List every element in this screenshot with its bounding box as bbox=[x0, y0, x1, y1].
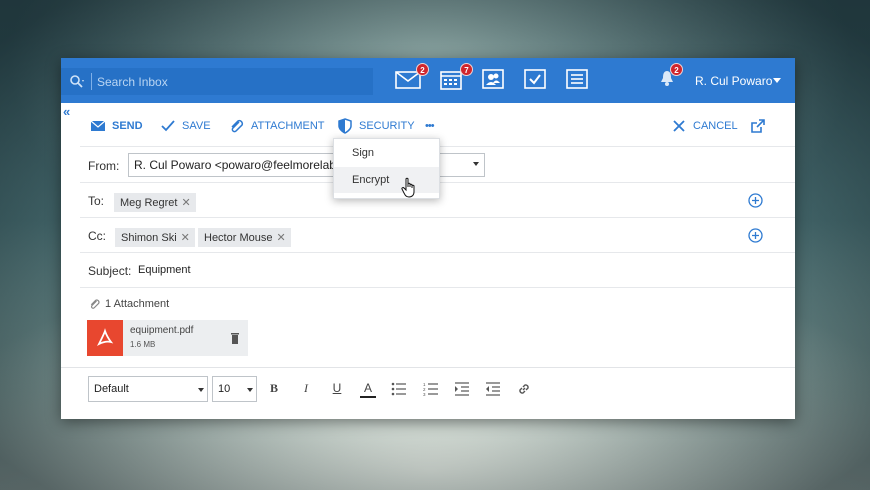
envelope-icon bbox=[90, 120, 106, 131]
add-cc-recipient-icon[interactable] bbox=[748, 228, 763, 243]
contacts-icon bbox=[482, 69, 504, 89]
attachment-filename: equipment.pdf bbox=[130, 325, 194, 336]
link-icon[interactable] bbox=[516, 381, 532, 397]
security-dropdown-menu: Sign Encrypt bbox=[333, 138, 440, 199]
app-header: 2 7 bbox=[61, 58, 795, 103]
external-link-icon bbox=[751, 119, 765, 133]
outdent-icon[interactable] bbox=[485, 381, 501, 397]
from-label: From: bbox=[88, 159, 120, 173]
attachment-label: ATTACHMENT bbox=[251, 120, 325, 132]
format-bar-divider bbox=[61, 367, 795, 368]
remove-recipient-icon[interactable]: ✕ bbox=[276, 232, 285, 244]
subject-label: Subject: bbox=[88, 264, 132, 278]
search-divider bbox=[91, 73, 92, 90]
menu-item-sign-label: Sign bbox=[352, 147, 375, 159]
numbered-list-icon[interactable]: 1 2 3 bbox=[423, 381, 439, 397]
send-label: SEND bbox=[112, 120, 143, 132]
recipient-chip[interactable]: Shimon Ski ✕ bbox=[115, 228, 195, 247]
paperclip-icon bbox=[231, 119, 244, 133]
underline-button[interactable]: U bbox=[329, 381, 345, 397]
security-label: SECURITY bbox=[359, 120, 415, 132]
chevron-down-icon bbox=[198, 388, 204, 392]
recipient-name: Meg Regret bbox=[120, 197, 178, 209]
pdf-file-icon bbox=[87, 320, 123, 356]
calendar-badge: 7 bbox=[460, 63, 473, 76]
search-icon[interactable] bbox=[69, 74, 85, 90]
search-input[interactable] bbox=[97, 71, 367, 92]
hand-pointer-icon bbox=[401, 177, 415, 198]
check-icon bbox=[161, 120, 175, 132]
shield-icon bbox=[338, 118, 352, 134]
save-label: SAVE bbox=[182, 120, 211, 132]
recipient-name: Shimon Ski bbox=[121, 232, 177, 244]
attachment-filesize: 1.6 MB bbox=[130, 340, 156, 349]
menu-item-sign[interactable]: Sign bbox=[334, 140, 439, 166]
trash-icon[interactable] bbox=[230, 332, 240, 344]
close-icon bbox=[673, 120, 685, 132]
attachments-count: 1 Attachment bbox=[105, 298, 170, 310]
tasks-button[interactable] bbox=[523, 68, 549, 90]
notes-icon bbox=[566, 69, 588, 89]
indent-icon[interactable] bbox=[454, 381, 470, 397]
add-to-recipient-icon[interactable] bbox=[748, 193, 763, 208]
remove-recipient-icon[interactable]: ✕ bbox=[181, 197, 190, 209]
remove-recipient-icon[interactable]: ✕ bbox=[181, 232, 190, 244]
notifications-badge: 2 bbox=[670, 63, 683, 76]
paperclip-icon bbox=[90, 299, 100, 309]
more-options-button[interactable]: ••• bbox=[425, 116, 435, 136]
menu-item-encrypt[interactable]: Encrypt bbox=[334, 167, 439, 193]
mail-badge: 2 bbox=[416, 63, 429, 76]
recipient-chip[interactable]: Meg Regret ✕ bbox=[114, 193, 196, 212]
bold-button[interactable]: B bbox=[266, 381, 282, 397]
cancel-button[interactable]: CANCEL bbox=[671, 116, 738, 136]
recipient-chip[interactable]: Hector Mouse ✕ bbox=[198, 228, 291, 247]
popout-button[interactable] bbox=[750, 116, 772, 136]
user-menu-name[interactable]: R. Cul Powaro bbox=[695, 74, 772, 88]
font-family-value: Default bbox=[94, 383, 129, 395]
menu-item-encrypt-label: Encrypt bbox=[352, 174, 390, 186]
chevron-down-icon bbox=[247, 388, 253, 392]
save-button[interactable]: SAVE bbox=[160, 116, 211, 136]
cc-label: Cc: bbox=[88, 229, 106, 243]
subject-input[interactable]: Equipment bbox=[138, 264, 191, 276]
more-icon: ••• bbox=[425, 120, 435, 132]
contacts-button[interactable] bbox=[481, 68, 507, 90]
italic-button[interactable]: I bbox=[298, 381, 314, 397]
compose-window: 2 7 bbox=[61, 58, 795, 419]
notes-button[interactable] bbox=[565, 68, 591, 90]
security-button[interactable]: SECURITY bbox=[337, 116, 415, 136]
recipient-name: Hector Mouse bbox=[204, 232, 273, 244]
svg-text:3: 3 bbox=[423, 392, 426, 397]
font-size-select[interactable]: 10 bbox=[212, 376, 257, 402]
send-button[interactable]: SEND bbox=[90, 116, 143, 136]
bulleted-list-icon[interactable] bbox=[391, 381, 407, 397]
font-size-value: 10 bbox=[218, 383, 231, 395]
attachments-header: 1 Attachment bbox=[89, 298, 169, 310]
search-box[interactable] bbox=[61, 68, 373, 95]
font-color-button[interactable]: A bbox=[360, 381, 376, 398]
attachment-button[interactable]: ATTACHMENT bbox=[229, 116, 325, 136]
to-label: To: bbox=[88, 194, 105, 208]
notifications-button[interactable]: 2 bbox=[659, 63, 683, 90]
mail-button[interactable]: 2 bbox=[395, 63, 429, 90]
chevron-down-icon[interactable] bbox=[473, 162, 479, 166]
font-family-select[interactable]: Default bbox=[88, 376, 208, 402]
attachment-item[interactable]: equipment.pdf 1.6 MB bbox=[87, 320, 248, 356]
cancel-label: CANCEL bbox=[693, 120, 738, 132]
calendar-button[interactable]: 7 bbox=[439, 63, 473, 90]
tasks-icon bbox=[524, 69, 546, 89]
collapse-sidebar-button[interactable]: « bbox=[63, 104, 70, 119]
chevron-down-icon[interactable] bbox=[773, 78, 781, 83]
